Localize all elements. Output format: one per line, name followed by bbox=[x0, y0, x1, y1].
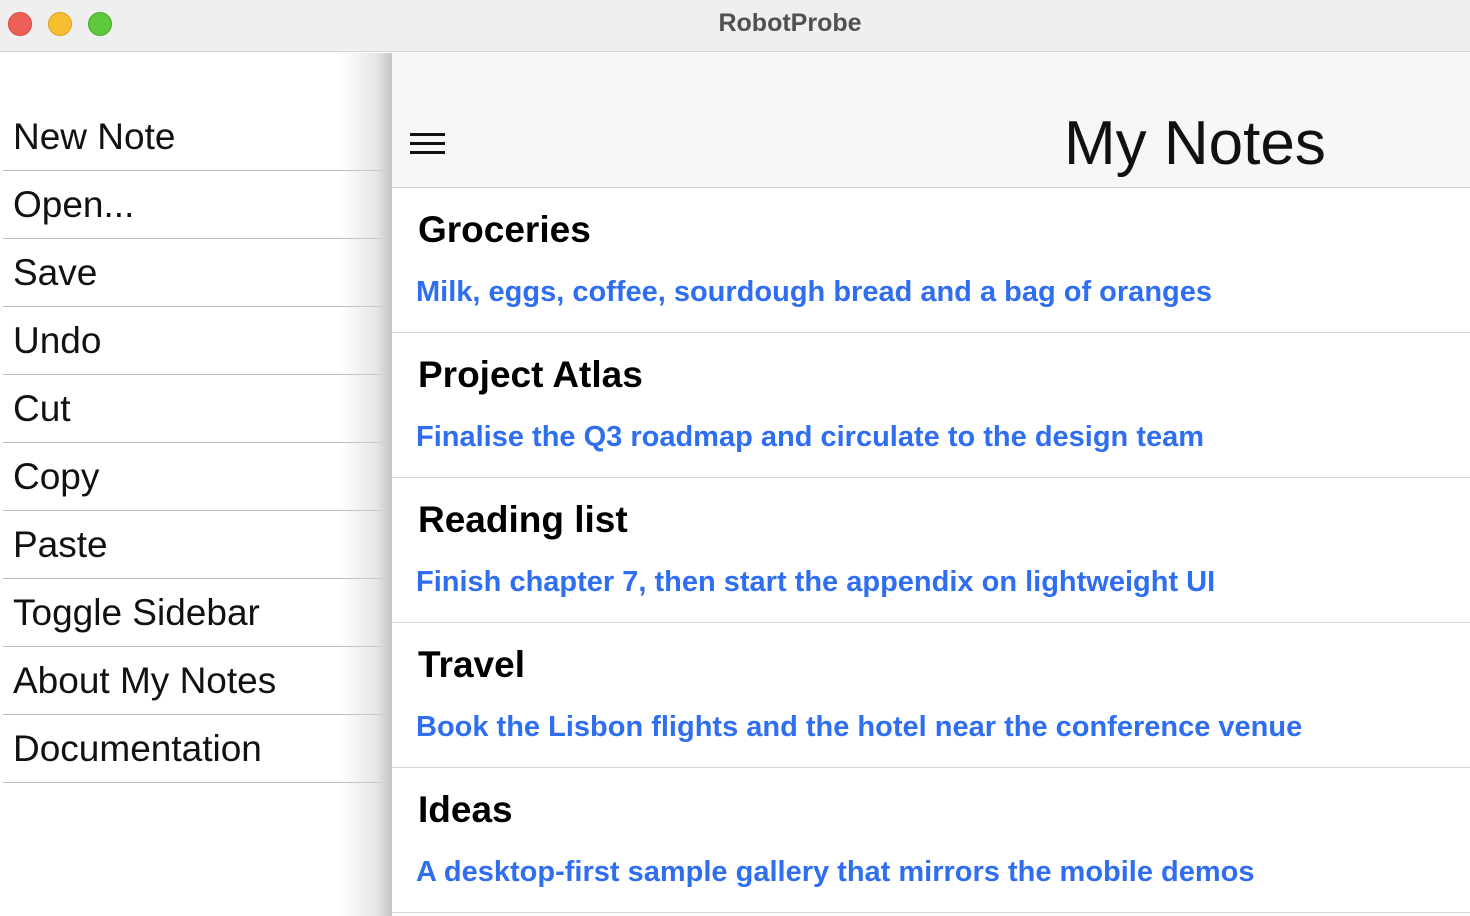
window-title: RobotProbe bbox=[718, 9, 862, 37]
note-preview: Finish chapter 7, then start the appendi… bbox=[416, 566, 1216, 598]
note-row-travel[interactable]: Travel Book the Lisbon flights and the h… bbox=[392, 623, 1470, 768]
note-title: Groceries bbox=[418, 209, 591, 250]
hamburger-menu-icon[interactable] bbox=[410, 133, 446, 159]
note-preview: A desktop-first sample gallery that mirr… bbox=[416, 856, 1255, 888]
main-content: My Notes Groceries Milk, eggs, coffee, s… bbox=[392, 53, 1470, 916]
menu-item-about[interactable]: About My Notes bbox=[3, 647, 382, 715]
note-title: Project Atlas bbox=[418, 354, 643, 395]
note-title: Ideas bbox=[418, 789, 513, 830]
app-window: RobotProbe New Note Open... Save Undo Cu… bbox=[0, 0, 1470, 916]
note-row-groceries[interactable]: Groceries Milk, eggs, coffee, sourdough … bbox=[392, 188, 1470, 333]
hamburger-line bbox=[410, 151, 445, 154]
note-title: Travel bbox=[418, 644, 525, 685]
menu-item-documentation[interactable]: Documentation bbox=[3, 715, 382, 783]
note-preview: Book the Lisbon flights and the hotel ne… bbox=[416, 711, 1303, 743]
notes-list: Groceries Milk, eggs, coffee, sourdough … bbox=[392, 188, 1470, 913]
hamburger-line bbox=[410, 133, 445, 136]
menu-item-open[interactable]: Open... bbox=[3, 171, 382, 239]
note-row-project-atlas[interactable]: Project Atlas Finalise the Q3 roadmap an… bbox=[392, 333, 1470, 478]
menu-item-toggle-sidebar[interactable]: Toggle Sidebar bbox=[3, 579, 382, 647]
note-row-reading-list[interactable]: Reading list Finish chapter 7, then star… bbox=[392, 478, 1470, 623]
sidebar-menu: New Note Open... Save Undo Cut Copy Past… bbox=[0, 53, 390, 916]
note-title: Reading list bbox=[418, 499, 628, 540]
note-row-ideas[interactable]: Ideas A desktop-first sample gallery tha… bbox=[392, 768, 1470, 913]
menu-list: New Note Open... Save Undo Cut Copy Past… bbox=[3, 103, 382, 783]
menu-item-new-note[interactable]: New Note bbox=[3, 103, 382, 171]
app-toolbar: My Notes bbox=[392, 53, 1470, 188]
page-title: My Notes bbox=[1064, 109, 1326, 178]
hamburger-line bbox=[410, 142, 445, 145]
note-preview: Milk, eggs, coffee, sourdough bread and … bbox=[416, 276, 1212, 308]
title-bar[interactable]: RobotProbe bbox=[0, 0, 1470, 52]
note-preview: Finalise the Q3 roadmap and circulate to… bbox=[416, 421, 1205, 453]
menu-item-save[interactable]: Save bbox=[3, 239, 382, 307]
menu-item-cut[interactable]: Cut bbox=[3, 375, 382, 443]
menu-item-undo[interactable]: Undo bbox=[3, 307, 382, 375]
menu-item-paste[interactable]: Paste bbox=[3, 511, 382, 579]
menu-item-copy[interactable]: Copy bbox=[3, 443, 382, 511]
